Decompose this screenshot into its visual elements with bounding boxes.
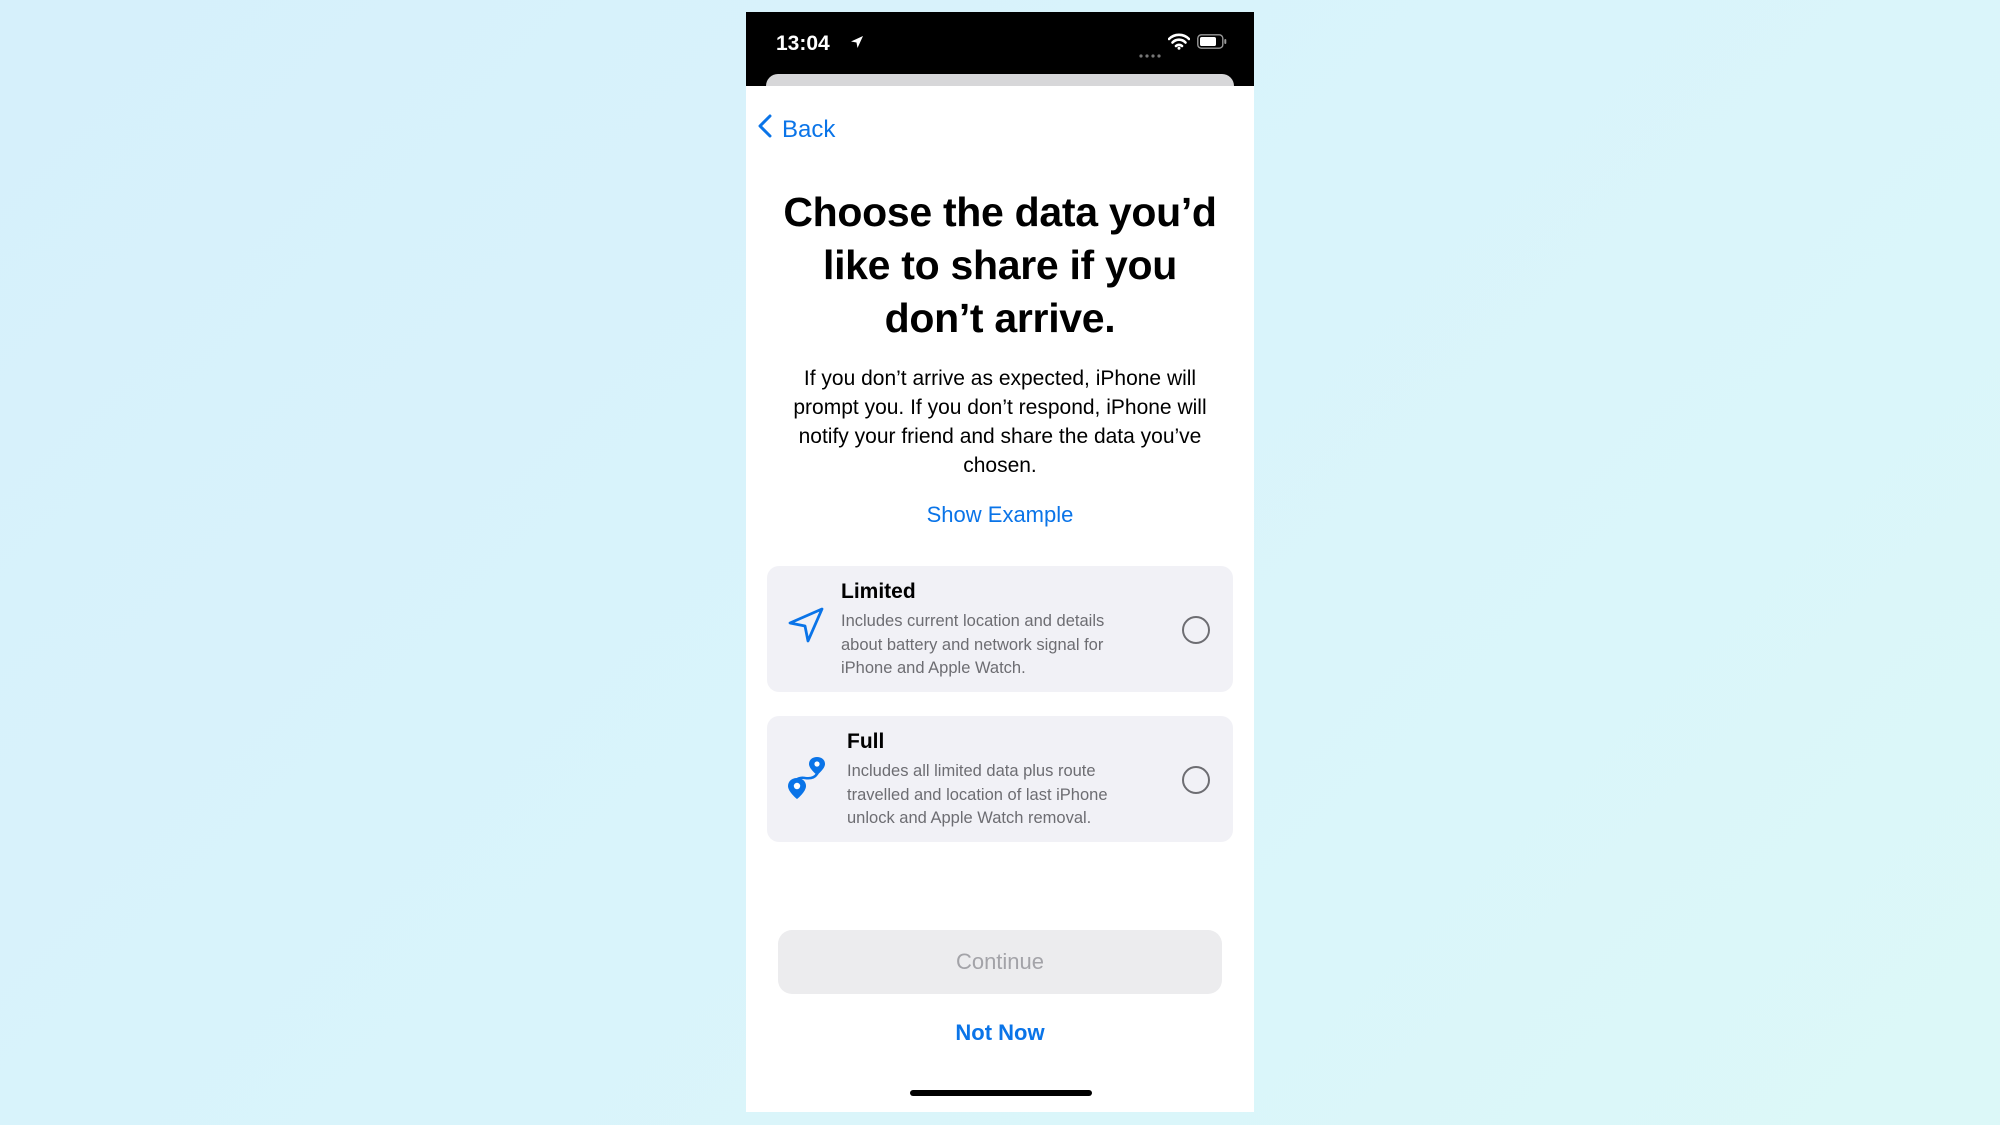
option-full-description: Includes all limited data plus route tra… — [847, 762, 1108, 827]
option-limited-title: Limited — [841, 580, 916, 603]
option-limited-description: Includes current location and details ab… — [841, 612, 1105, 677]
home-indicator[interactable] — [910, 1090, 1092, 1096]
option-full-radio[interactable] — [1182, 766, 1210, 794]
option-limited-radio[interactable] — [1182, 616, 1210, 644]
continue-button[interactable]: Continue — [778, 930, 1222, 994]
location-arrow-icon — [850, 35, 864, 54]
not-now-button[interactable]: Not Now — [746, 1020, 1254, 1046]
battery-icon — [1197, 34, 1227, 54]
show-example-link[interactable]: Show Example — [746, 502, 1254, 528]
modal-sheet: Back Choose the data you’d like to share… — [746, 86, 1254, 1112]
phone-screen: 13:04 Back Choose the data you’d like to… — [746, 12, 1254, 1112]
back-button[interactable]: Back — [758, 114, 835, 145]
wifi-icon — [1167, 33, 1191, 55]
back-label: Back — [782, 115, 836, 143]
page-title: Choose the data you’d like to share if y… — [783, 189, 1217, 341]
option-full-title: Full — [847, 730, 885, 753]
option-full[interactable]: Full Includes all limited data plus rout… — [767, 716, 1233, 842]
option-limited[interactable]: Limited Includes current location and de… — [767, 566, 1233, 692]
route-icon — [787, 756, 829, 805]
status-time: 13:04 — [776, 32, 830, 55]
cellular-signal-icon — [1139, 46, 1163, 64]
page-description: If you don’t arrive as expected, iPhone … — [793, 367, 1207, 477]
location-arrow-icon — [787, 606, 825, 649]
chevron-left-icon — [758, 114, 782, 145]
